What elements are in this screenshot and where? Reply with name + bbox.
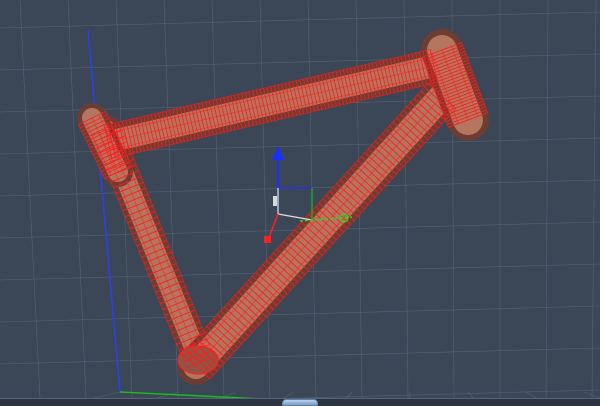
viewport-bottom-bar: [0, 398, 600, 406]
world-y-axis: [87, 29, 121, 393]
gizmo-y-arrow-icon[interactable]: [272, 146, 284, 160]
viewport-canvas[interactable]: [0, 0, 600, 406]
bicycle-frame-mesh[interactable]: [77, 29, 489, 385]
scene-grid: [0, 0, 600, 406]
gizmo-z-handle-icon[interactable]: [264, 236, 271, 243]
3d-viewport[interactable]: [0, 0, 600, 406]
scroll-thumb[interactable]: [282, 399, 318, 406]
